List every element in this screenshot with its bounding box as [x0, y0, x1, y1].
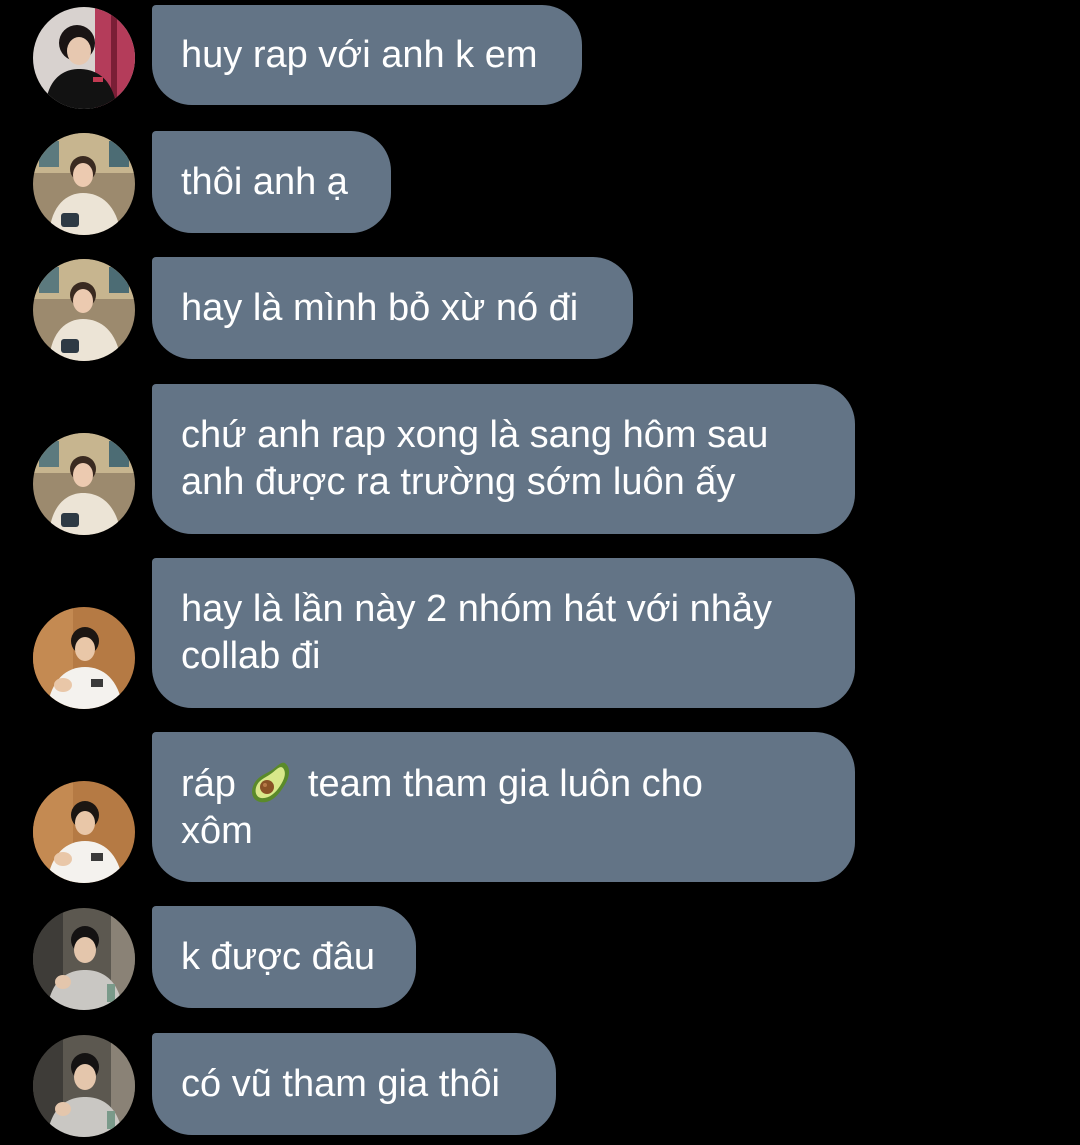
message-text: k được đâu: [181, 935, 376, 978]
avatar[interactable]: [33, 908, 135, 1010]
avatar[interactable]: [33, 1035, 135, 1137]
message-text: hay là mình bỏ xừ nó đi: [181, 286, 579, 329]
message-bubble[interactable]: ráp team tham gia luôn cho xôm: [152, 732, 855, 882]
avatar[interactable]: [33, 259, 135, 361]
message-text: hay là lần này 2 nhóm hát với nhảy colla…: [181, 588, 773, 677]
avatar[interactable]: [33, 433, 135, 535]
message-bubble[interactable]: có vũ tham gia thôi: [152, 1033, 556, 1135]
message-bubble[interactable]: hay là mình bỏ xừ nó đi: [152, 257, 633, 359]
message-bubble[interactable]: k được đâu: [152, 906, 416, 1008]
avatar[interactable]: [33, 7, 135, 109]
avatar[interactable]: [33, 133, 135, 235]
message-bubble[interactable]: chứ anh rap xong là sang hôm sau anh đượ…: [152, 384, 855, 534]
message-bubble[interactable]: hay là lần này 2 nhóm hát với nhảy colla…: [152, 558, 855, 708]
avatar[interactable]: [33, 781, 135, 883]
avatar[interactable]: [33, 607, 135, 709]
message-bubble[interactable]: thôi anh ạ: [152, 131, 391, 233]
message-text: chứ anh rap xong là sang hôm sau anh đượ…: [181, 414, 769, 503]
message-text: ráp team tham gia luôn cho xôm: [181, 760, 703, 855]
avocado-icon: [251, 762, 289, 802]
message-text: có vũ tham gia thôi: [181, 1062, 500, 1105]
message-text: thôi anh ạ: [181, 160, 348, 203]
message-bubble[interactable]: huy rap với anh k em: [152, 5, 582, 105]
message-text: huy rap với anh k em: [181, 33, 538, 76]
